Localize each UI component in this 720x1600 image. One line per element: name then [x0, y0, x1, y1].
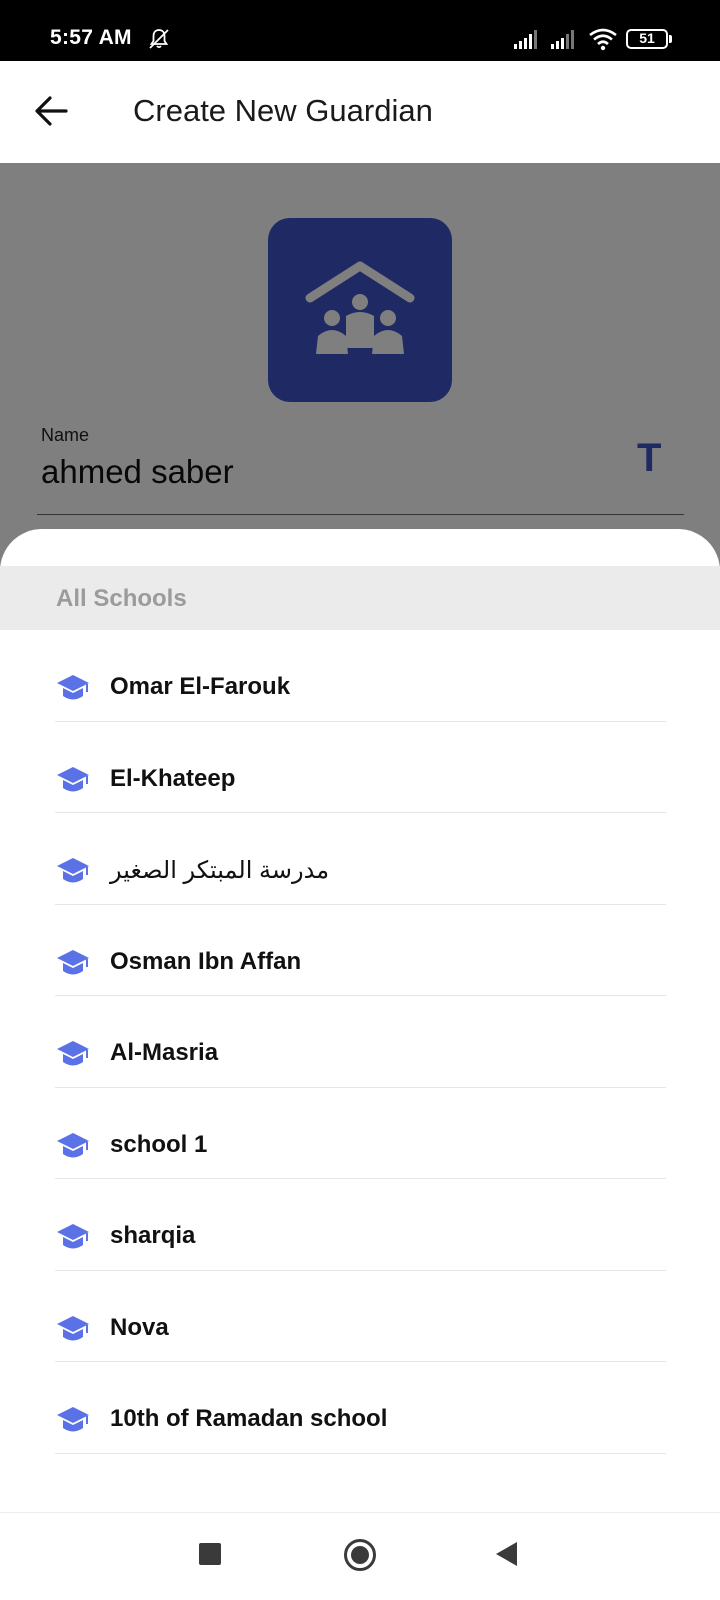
- school-name: 10th of Ramadan school: [110, 1405, 388, 1432]
- list-item[interactable]: El-Khateep: [0, 722, 720, 813]
- list-item[interactable]: Omar El-Farouk: [0, 630, 720, 722]
- status-bar: 5:57 AM 51: [0, 0, 720, 61]
- graduation-cap-icon: [56, 857, 90, 884]
- list-item[interactable]: Nova: [0, 1271, 720, 1362]
- school-name: Al-Masria: [110, 1039, 219, 1066]
- status-time: 5:57 AM: [50, 26, 132, 49]
- list-item[interactable]: Al-Masria: [0, 996, 720, 1088]
- graduation-cap-icon: [56, 948, 90, 975]
- graduation-cap-icon: [56, 1406, 90, 1433]
- school-name: مدرسة المبتكر الصغير: [110, 857, 330, 884]
- page-title: Create New Guardian: [133, 93, 433, 128]
- back-icon[interactable]: [496, 1542, 517, 1566]
- list-item[interactable]: Osman Ibn Affan: [0, 905, 720, 996]
- graduation-cap-icon: [56, 1131, 90, 1158]
- battery-icon: 51: [626, 29, 672, 51]
- school-name: El-Khateep: [110, 764, 236, 792]
- school-list: Omar El-Farouk El-Khateep مدرسة المبتكر …: [0, 630, 720, 1454]
- school-picker-sheet: All Schools Omar El-Farouk El-Khateep مد…: [0, 529, 720, 1600]
- graduation-cap-icon: [56, 765, 90, 792]
- school-name: Osman Ibn Affan: [110, 947, 302, 975]
- list-item[interactable]: مدرسة المبتكر الصغير: [0, 813, 720, 905]
- graduation-cap-icon: [56, 674, 90, 701]
- school-name: Nova: [110, 1313, 169, 1341]
- recents-icon[interactable]: [199, 1543, 221, 1565]
- signal-icon: [514, 30, 537, 49]
- graduation-cap-icon: [56, 1314, 90, 1341]
- school-name: sharqia: [110, 1222, 196, 1249]
- divider: [55, 1452, 666, 1454]
- app-bar: Create New Guardian: [0, 61, 720, 163]
- school-name: school 1: [110, 1130, 208, 1158]
- list-item[interactable]: sharqia: [0, 1179, 720, 1271]
- battery-level: 51: [639, 30, 655, 46]
- sheet-title: All Schools: [56, 585, 187, 612]
- list-item[interactable]: school 1: [0, 1088, 720, 1179]
- system-nav-bar: [0, 1512, 720, 1600]
- sheet-header: All Schools: [0, 566, 720, 630]
- arrow-left-icon[interactable]: [30, 89, 74, 133]
- graduation-cap-icon: [56, 1040, 90, 1067]
- wifi-icon: [589, 28, 617, 51]
- graduation-cap-icon: [56, 1223, 90, 1250]
- school-name: Omar El-Farouk: [110, 673, 291, 700]
- signal-icon: [551, 30, 574, 49]
- home-icon[interactable]: [344, 1539, 376, 1571]
- list-item[interactable]: 10th of Ramadan school: [0, 1362, 720, 1454]
- mute-icon: [149, 29, 169, 49]
